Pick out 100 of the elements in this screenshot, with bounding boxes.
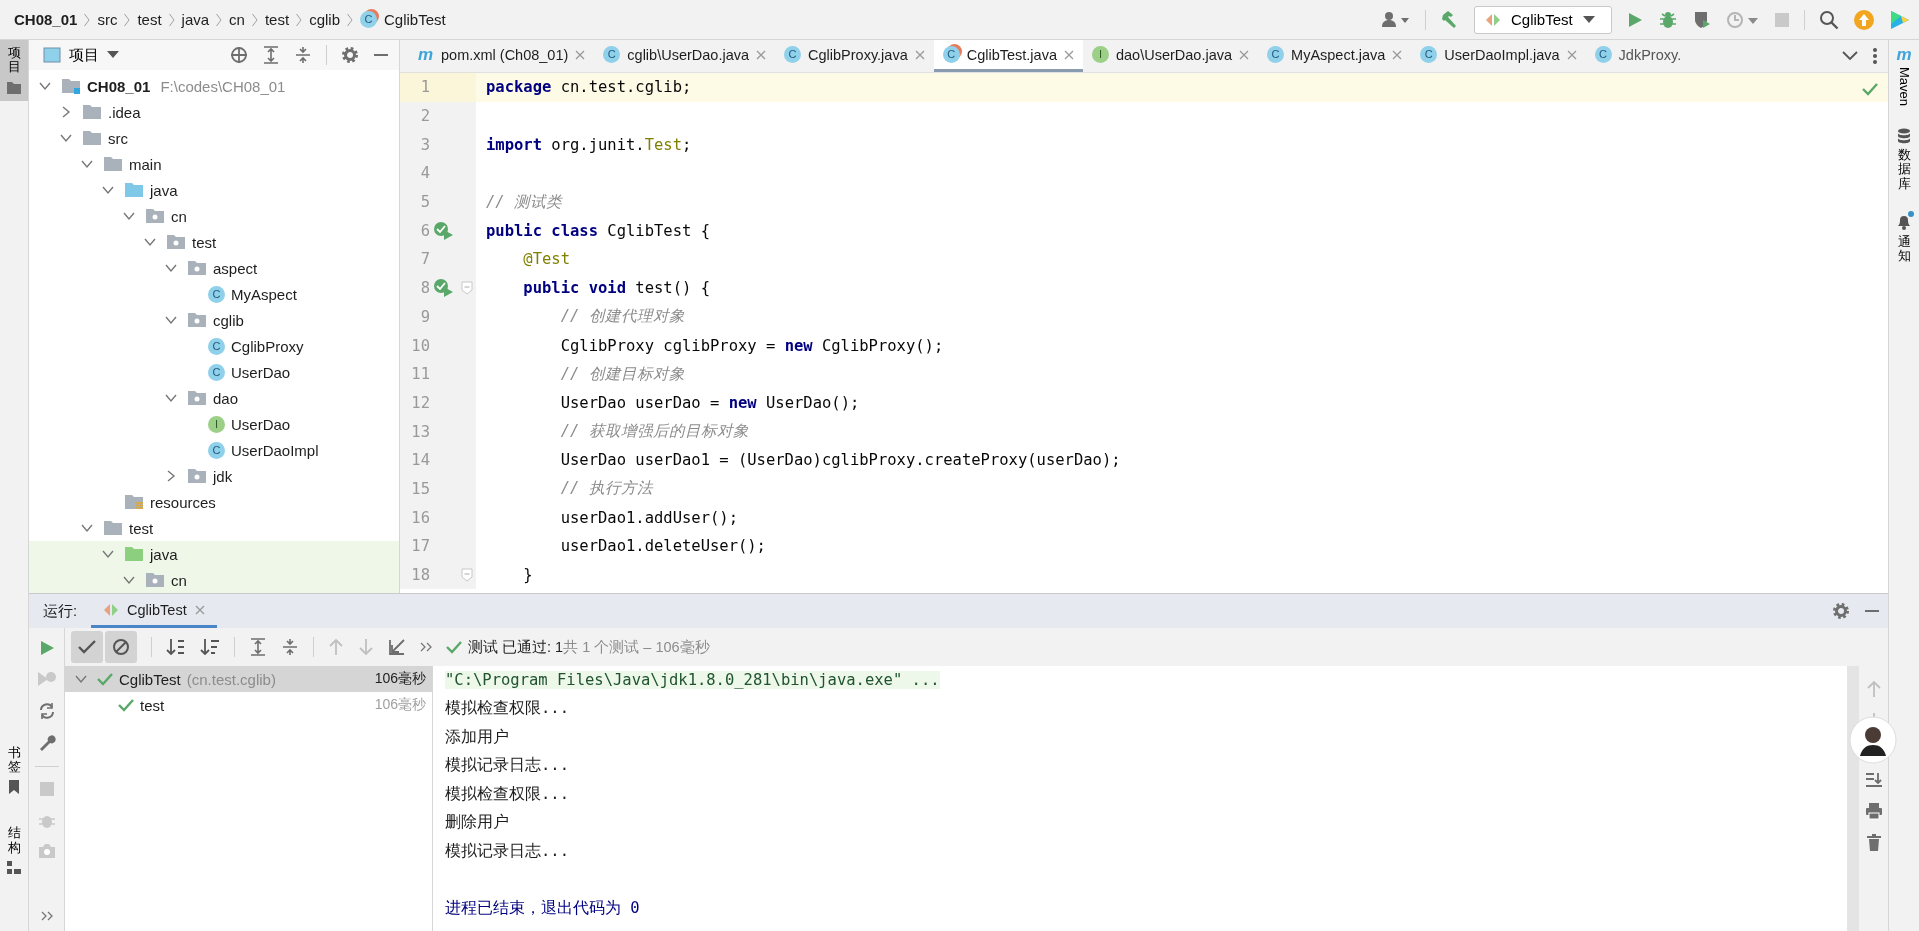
console-line: 模拟记录日志... [445,840,569,862]
tree-item[interactable]: aspect [213,259,258,277]
project-path: F:\codes\CH08_01 [160,77,286,95]
console-line: 进程已结束，退出代码为 0 [445,897,640,919]
code-line: // 创建代理对象 [559,306,685,328]
maven-icon: m [1896,46,1912,63]
tree-item[interactable]: resources [150,493,216,511]
code-line: // 测试类 [485,191,562,213]
breadcrumb-item[interactable]: java [181,11,210,28]
line-number: 5 [419,193,430,212]
test-duration: 106毫秒 [374,696,426,714]
editor-tab[interactable]: C cglib\UserDao.java [594,40,776,72]
tool-window-button[interactable]: 项目 [0,40,28,101]
breadcrumb-item[interactable]: test [264,11,290,28]
tree-item[interactable]: src [108,129,128,147]
console-line: 删除用户 [445,812,509,834]
code-line: public class CglibTest { [485,221,710,240]
line-number: 10 [410,336,430,355]
class-icon: C [208,441,225,459]
class-icon: C [1267,46,1285,63]
test-duration: 106毫秒 [374,670,426,688]
line-number: 16 [410,508,430,527]
line-number: 14 [410,451,430,470]
maven-icon: m [417,46,434,63]
line-number: 3 [419,135,430,154]
code-line: userDao1.deleteUser(); [559,537,766,556]
class-icon: C [208,337,225,355]
breadcrumb-item[interactable]: CH08_01 [14,11,78,28]
tree-item[interactable]: test [129,519,154,537]
tree-item[interactable]: cglib [213,311,244,329]
code-line: UserDao userDao1 = (UserDao)cglibProxy.createProxy(userDao); [559,451,1121,470]
code-line: // 执行方法 [559,478,653,500]
test-class-icon: C [360,11,377,28]
tree-item[interactable]: CglibProxy [231,337,304,355]
tool-window-button[interactable]: 通知 [1890,210,1918,266]
console-line: 模拟记录日志... [445,755,569,777]
editor-tab[interactable]: I dao\UserDao.java [1082,40,1259,72]
line-number: 1 [419,78,430,97]
editor-tab[interactable]: C CglibProxy.java [775,40,934,72]
breadcrumb-item[interactable]: cn [229,11,245,28]
test-status: 测试 已通过: 1 [468,637,564,657]
tree-item[interactable]: dao [213,389,239,407]
editor-tab[interactable]: C MyAspect.java [1258,40,1412,72]
tool-window-button[interactable]: 数据库 [1890,126,1918,193]
breadcrumb-item[interactable]: src [97,11,118,28]
tool-window-button[interactable]: 结构 [0,820,28,881]
code-line: userDao1.addUser(); [559,508,738,527]
line-number: 8 [419,279,430,298]
line-number: 9 [419,307,430,326]
breadcrumb-item[interactable]: test [137,11,162,28]
code-line: public void test() { [522,279,710,298]
breadcrumb-item[interactable]: cglib [309,11,340,28]
line-number: 7 [419,250,430,269]
editor-tab[interactable]: m pom.xml (Ch08_01) [408,40,595,72]
code-line: package cn.test.cglib; [485,78,692,97]
line-number: 13 [410,422,430,441]
test-name[interactable]: test [140,696,165,714]
test-package: (cn.test.cglib) [186,670,276,688]
tree-item[interactable]: test [192,233,217,251]
tree-item[interactable]: java [150,545,178,563]
tree-item[interactable]: cn [171,207,187,225]
run-configuration-dropdown[interactable]: CglibTest [1474,5,1612,34]
tree-item[interactable]: .idea [108,103,141,121]
line-number: 4 [419,164,430,183]
class-icon: C [208,285,225,303]
breadcrumb-item[interactable]: CglibTest [384,11,446,28]
editor-tab[interactable]: C JdkProxy. [1585,40,1691,72]
tree-item[interactable]: MyAspect [231,285,297,303]
line-number: 17 [410,537,430,556]
line-number: 6 [419,221,430,240]
tool-window-button[interactable]: m Maven [1890,44,1918,109]
line-number: 11 [410,365,430,384]
tree-item[interactable]: jdk [213,467,233,485]
console-line: 添加用户 [445,726,509,748]
test-name[interactable]: CglibTest [119,670,181,688]
console-line: 模拟检查权限... [445,783,569,805]
tree-item[interactable]: UserDao [231,415,291,433]
test-summary: 共 1 个测试 – 106毫秒 [563,637,710,657]
view-dropdown[interactable]: 项目 [39,45,123,65]
code-line: // 创建目标对象 [559,363,685,385]
interface-icon: I [1091,46,1109,63]
tree-item[interactable]: UserDaoImpl [231,441,319,459]
code-line: // 获取增强后的目标对象 [559,421,749,443]
editor-tab[interactable]: C CglibTest.java [933,40,1083,72]
test-class-icon: C [942,46,960,63]
tree-item[interactable]: cn [171,571,187,589]
code-line: } [522,566,533,585]
line-number: 15 [410,479,430,498]
interface-icon: I [208,415,225,433]
code-line: @Test [522,250,570,269]
tree-item[interactable]: UserDao [231,363,291,381]
panel-title: 运行: [43,601,78,621]
line-number: 12 [410,393,430,412]
class-icon: C [784,46,802,63]
tool-window-button[interactable]: 书签 [0,739,28,801]
line-number: 2 [419,107,430,126]
editor-tab[interactable]: C UserDaoImpl.java [1411,40,1586,72]
tree-item[interactable]: CH08_01 [87,77,151,95]
tree-item[interactable]: main [129,155,162,173]
tree-item[interactable]: java [150,181,178,199]
